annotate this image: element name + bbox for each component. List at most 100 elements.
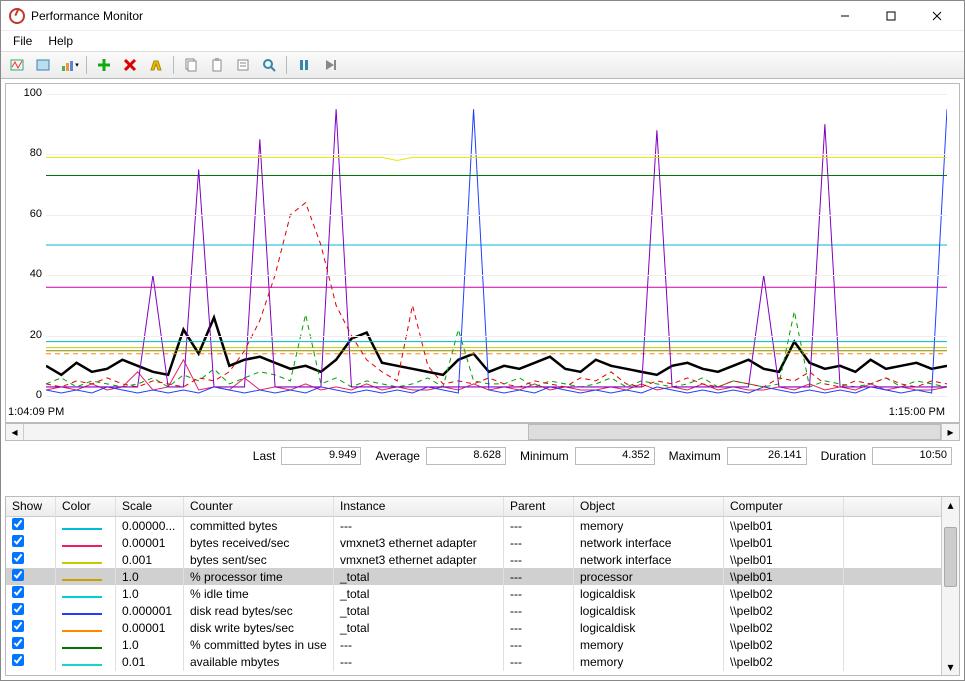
show-checkbox[interactable] <box>12 637 24 649</box>
gridline <box>46 275 947 276</box>
window-buttons <box>822 1 960 31</box>
header-counter[interactable]: Counter <box>184 497 334 516</box>
menu-help[interactable]: Help <box>42 32 79 50</box>
cell-color <box>56 568 116 586</box>
add-counter-button[interactable] <box>92 54 116 76</box>
cell-parent: --- <box>504 568 574 586</box>
header-parent[interactable]: Parent <box>504 497 574 516</box>
chart-area[interactable]: 1:04:09 PM 1:15:00 PM 020406080100 <box>5 83 960 423</box>
cell-object: network interface <box>574 551 724 569</box>
cell-instance: _total <box>334 602 504 620</box>
table-row[interactable]: 1.0% committed bytes in use------memory\… <box>6 636 941 653</box>
view-current-activity-button[interactable] <box>5 54 29 76</box>
delete-counter-button[interactable] <box>118 54 142 76</box>
header-show[interactable]: Show <box>6 497 56 516</box>
cell-parent: --- <box>504 585 574 603</box>
show-checkbox[interactable] <box>12 586 24 598</box>
table-row[interactable]: 0.001bytes sent/secvmxnet3 ethernet adap… <box>6 551 941 568</box>
scroll-track[interactable] <box>24 424 941 440</box>
cell-counter: disk write bytes/sec <box>184 619 334 637</box>
show-checkbox[interactable] <box>12 569 24 581</box>
chart-plot-area <box>46 94 947 396</box>
cell-computer: \\pelb02 <box>724 585 844 603</box>
copy-button[interactable] <box>179 54 203 76</box>
chart-series-red-dashed <box>46 203 947 387</box>
cell-computer: \\pelb01 <box>724 517 844 535</box>
scroll-right-arrow-icon[interactable]: ▸ <box>941 424 959 440</box>
scroll-down-arrow-icon[interactable]: ▾ <box>942 659 959 675</box>
counter-panel: Show Color Scale Counter Instance Parent… <box>5 496 960 676</box>
cell-scale: 1.0 <box>116 636 184 654</box>
header-computer[interactable]: Computer <box>724 497 844 516</box>
freeze-button[interactable] <box>292 54 316 76</box>
show-checkbox[interactable] <box>12 535 24 547</box>
cell-counter: available mbytes <box>184 653 334 671</box>
cell-computer: \\pelb02 <box>724 602 844 620</box>
cell-computer: \\pelb01 <box>724 568 844 586</box>
cell-object: logicaldisk <box>574 602 724 620</box>
header-instance[interactable]: Instance <box>334 497 504 516</box>
table-row[interactable]: 0.000001disk read bytes/sec_total---logi… <box>6 602 941 619</box>
cell-counter: bytes received/sec <box>184 534 334 552</box>
paste-button[interactable] <box>205 54 229 76</box>
table-row[interactable]: 0.01available mbytes------memory\\pelb02 <box>6 653 941 670</box>
table-row[interactable]: 0.00001bytes received/secvmxnet3 etherne… <box>6 534 941 551</box>
toolbar: ▾ <box>1 51 964 79</box>
table-row[interactable]: 0.00000...committed bytes------memory\\p… <box>6 517 941 534</box>
color-sample-icon <box>62 596 102 598</box>
update-data-button[interactable] <box>318 54 342 76</box>
color-sample-icon <box>62 613 102 615</box>
cell-counter: bytes sent/sec <box>184 551 334 569</box>
scroll-thumb[interactable] <box>528 424 941 440</box>
table-row[interactable]: 1.0% processor time_total---processor\\p… <box>6 568 941 585</box>
cell-computer: \\pelb02 <box>724 636 844 654</box>
stat-max-value: 26.141 <box>727 447 807 465</box>
color-sample-icon <box>62 647 102 649</box>
minimize-button[interactable] <box>822 1 868 31</box>
cell-instance: vmxnet3 ethernet adapter <box>334 551 504 569</box>
header-scale[interactable]: Scale <box>116 497 184 516</box>
cell-parent: --- <box>504 636 574 654</box>
cell-color <box>56 551 116 569</box>
cell-object: memory <box>574 636 724 654</box>
scroll-up-arrow-icon[interactable]: ▴ <box>942 497 959 513</box>
show-checkbox[interactable] <box>12 518 24 530</box>
close-button[interactable] <box>914 1 960 31</box>
chart-type-button[interactable]: ▾ <box>57 54 81 76</box>
cell-show <box>6 652 56 671</box>
counter-table: Show Color Scale Counter Instance Parent… <box>6 497 941 675</box>
cell-object: logicaldisk <box>574 619 724 637</box>
table-row[interactable]: 1.0% idle time_total---logicaldisk\\pelb… <box>6 585 941 602</box>
stat-avg-label: Average <box>375 449 419 463</box>
menu-file[interactable]: File <box>7 32 38 50</box>
table-row[interactable]: 0.00001disk write bytes/sec_total---logi… <box>6 619 941 636</box>
stat-avg-value: 8.628 <box>426 447 506 465</box>
maximize-button[interactable] <box>868 1 914 31</box>
cell-object: memory <box>574 517 724 535</box>
zoom-button[interactable] <box>257 54 281 76</box>
vscroll-thumb[interactable] <box>944 527 957 587</box>
properties-button[interactable] <box>231 54 255 76</box>
y-tick-label: 80 <box>6 147 42 159</box>
highlight-button[interactable] <box>144 54 168 76</box>
stat-max-label: Maximum <box>669 449 721 463</box>
header-object[interactable]: Object <box>574 497 724 516</box>
cell-counter: disk read bytes/sec <box>184 602 334 620</box>
scroll-left-arrow-icon[interactable]: ◂ <box>6 424 24 440</box>
show-checkbox[interactable] <box>12 620 24 632</box>
gridline <box>46 336 947 337</box>
cell-scale: 0.01 <box>116 653 184 671</box>
cell-instance: _total <box>334 619 504 637</box>
view-log-data-button[interactable] <box>31 54 55 76</box>
toolbar-separator <box>173 56 174 74</box>
show-checkbox[interactable] <box>12 654 24 666</box>
cell-scale: 0.00000... <box>116 517 184 535</box>
show-checkbox[interactable] <box>12 603 24 615</box>
header-color[interactable]: Color <box>56 497 116 516</box>
time-scrollbar[interactable]: ◂ ▸ <box>5 423 960 441</box>
counter-vertical-scrollbar[interactable]: ▴ ▾ <box>941 497 959 675</box>
show-checkbox[interactable] <box>12 552 24 564</box>
cell-counter: % processor time <box>184 568 334 586</box>
counter-table-header: Show Color Scale Counter Instance Parent… <box>6 497 941 517</box>
title-bar: Performance Monitor <box>1 1 964 31</box>
